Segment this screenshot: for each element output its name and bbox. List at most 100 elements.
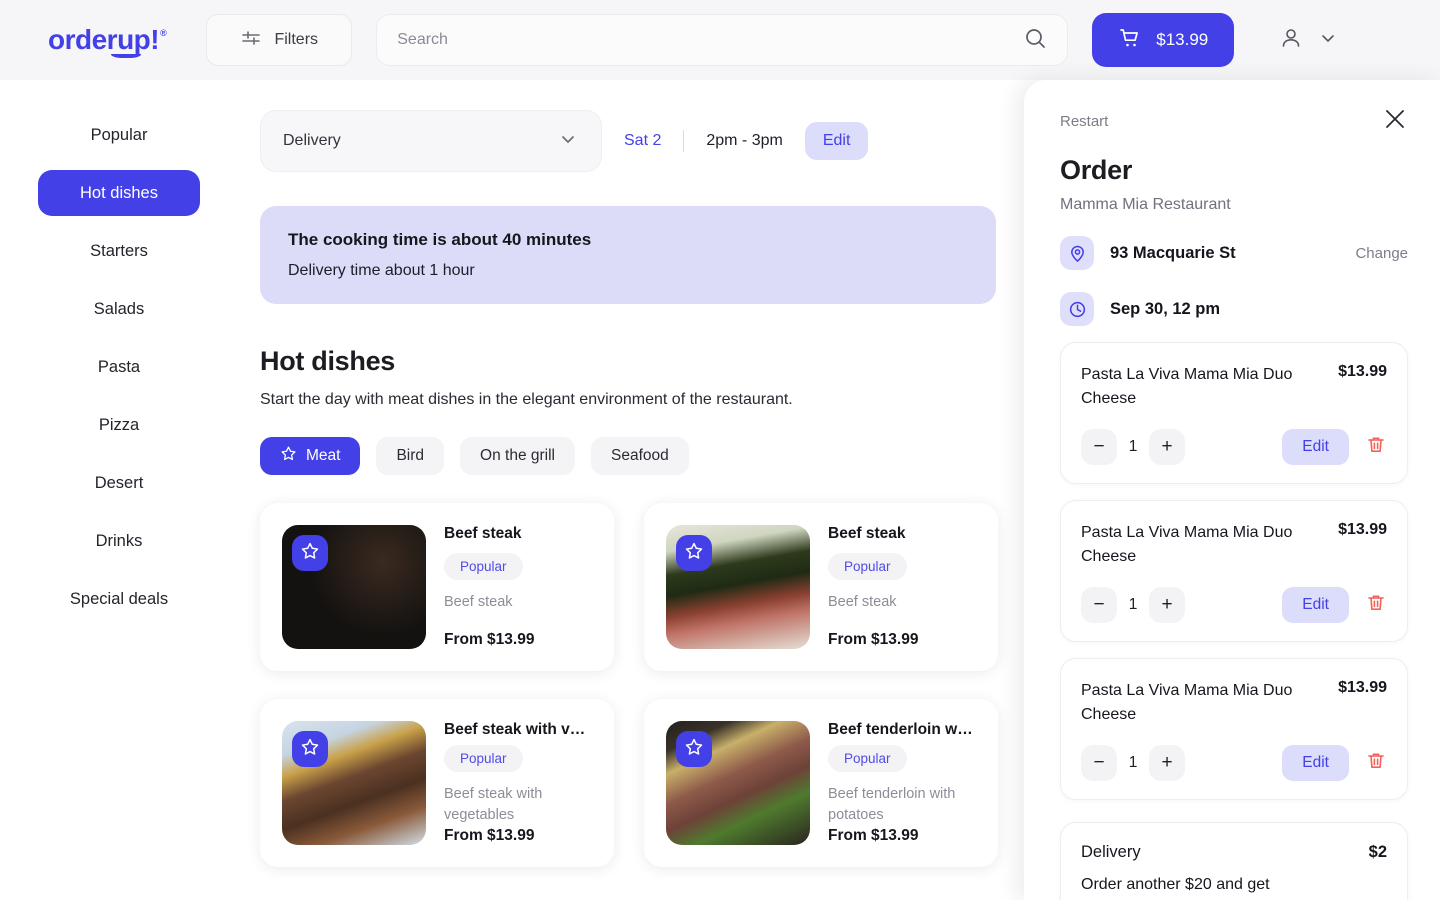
- sidebar-item-label: Pasta: [97, 357, 141, 376]
- edit-item-button[interactable]: Edit: [1282, 429, 1349, 465]
- dish-badge: Popular: [828, 744, 907, 772]
- order-item: Pasta La Viva Mama Mia Duo Cheese $13.99…: [1060, 658, 1408, 800]
- dish-description: Beef steak: [444, 594, 513, 610]
- delivery-mode-value: Delivery: [283, 132, 341, 149]
- search-input[interactable]: [397, 31, 1024, 49]
- shopping-cart-icon: [1118, 26, 1142, 55]
- dish-title: Beef steak with vegeta...: [444, 721, 592, 735]
- close-icon[interactable]: [1382, 106, 1408, 137]
- sliders-icon: [240, 27, 262, 54]
- dish-card[interactable]: Beef steak Popular Beef steak From $13.9…: [260, 503, 614, 671]
- dish-info: Beef steak Popular Beef steak From $13.9…: [444, 525, 592, 649]
- sidebar-item-hot-dishes[interactable]: Hot dishes: [38, 170, 200, 216]
- order-schedule-row: Sep 30, 12 pm: [1060, 292, 1408, 326]
- sidebar-item-salads[interactable]: Salads: [38, 286, 200, 332]
- decrease-quantity-button[interactable]: −: [1081, 745, 1117, 781]
- order-item-controls: − 1 + Edit: [1081, 587, 1387, 623]
- order-address: 93 Macquarie St: [1110, 243, 1236, 262]
- order-item-head: Pasta La Viva Mama Mia Duo Cheese $13.99: [1081, 679, 1387, 727]
- edit-schedule-button[interactable]: Edit: [804, 122, 869, 160]
- chevron-down-icon: [557, 128, 579, 155]
- favorite-button[interactable]: [676, 731, 712, 767]
- quantity-value: 1: [1128, 596, 1138, 613]
- dish-price: From $13.99: [444, 827, 535, 844]
- chip-bird[interactable]: Bird: [376, 437, 445, 475]
- sidebar-item-desert[interactable]: Desert: [38, 460, 200, 506]
- filters-button-label: Filters: [274, 31, 319, 48]
- delivery-date[interactable]: Sat 2: [624, 132, 661, 150]
- favorite-button[interactable]: [676, 535, 712, 571]
- sidebar-item-starters[interactable]: Starters: [38, 228, 200, 274]
- sidebar-item-drinks[interactable]: Drinks: [38, 518, 200, 564]
- star-icon: [684, 541, 704, 566]
- order-items-list: Pasta La Viva Mama Mia Duo Cheese $13.99…: [1060, 342, 1408, 900]
- delivery-promo-note: Order another $20 and get: [1081, 876, 1270, 893]
- sidebar-item-label: Hot dishes: [80, 183, 158, 202]
- sidebar-item-popular[interactable]: Popular: [38, 112, 200, 158]
- trash-icon[interactable]: [1365, 434, 1387, 461]
- order-panel-header: Restart: [1060, 106, 1408, 137]
- filters-button[interactable]: Filters: [206, 14, 353, 66]
- dish-badge: Popular: [444, 744, 523, 772]
- sidebar-item-pizza[interactable]: Pizza: [38, 402, 200, 448]
- dish-title: Beef steak: [444, 525, 522, 542]
- star-icon: [280, 445, 297, 467]
- chip-label: Bird: [396, 447, 425, 464]
- order-item: Pasta La Viva Mama Mia Duo Cheese $13.99…: [1060, 500, 1408, 642]
- order-item-price: $13.99: [1338, 521, 1387, 538]
- favorite-button[interactable]: [292, 731, 328, 767]
- cart-total-label: $13.99: [1156, 30, 1209, 49]
- increase-quantity-button[interactable]: +: [1149, 587, 1185, 623]
- delivery-fee-card: Delivery $2 Order another $20 and get: [1060, 822, 1408, 900]
- chip-meat[interactable]: Meat: [260, 437, 361, 475]
- registered-mark: ®: [160, 28, 167, 38]
- delivery-time-slot: 2pm - 3pm: [706, 132, 783, 149]
- dish-title: Beef tenderloin with p...: [828, 721, 976, 735]
- cart-button[interactable]: $13.99: [1092, 13, 1235, 67]
- chip-label: Meat: [306, 447, 341, 464]
- dish-price: From $13.99: [828, 631, 919, 648]
- favorite-button[interactable]: [292, 535, 328, 571]
- edit-item-button[interactable]: Edit: [1282, 587, 1349, 623]
- brand-logo[interactable]: orderup! ®: [48, 24, 167, 58]
- quantity-value: 1: [1128, 438, 1138, 455]
- dish-card[interactable]: Beef tenderloin with p... Popular Beef t…: [644, 699, 998, 867]
- decrease-quantity-button[interactable]: −: [1081, 587, 1117, 623]
- chevron-down-icon: [1318, 28, 1338, 53]
- chip-on-the-grill[interactable]: On the grill: [460, 437, 575, 475]
- dish-info: Beef steak Popular Beef steak From $13.9…: [828, 525, 976, 649]
- edit-item-button[interactable]: Edit: [1282, 745, 1349, 781]
- banner-cooking-time: The cooking time is about 40 minutes: [288, 230, 592, 249]
- sidebar-item-label: Popular: [90, 125, 148, 144]
- sidebar-item-pasta[interactable]: Pasta: [38, 344, 200, 390]
- banner-delivery-time: Delivery time about 1 hour: [288, 262, 475, 279]
- increase-quantity-button[interactable]: +: [1149, 745, 1185, 781]
- logo-smile-decoration: [110, 49, 141, 58]
- change-address-button[interactable]: Change: [1355, 245, 1408, 262]
- star-icon: [684, 737, 704, 762]
- sidebar-item-special-deals[interactable]: Special deals: [38, 576, 200, 622]
- chip-seafood[interactable]: Seafood: [591, 437, 689, 475]
- delivery-mode-select[interactable]: Delivery: [260, 110, 602, 172]
- delivery-fee-value: $2: [1368, 843, 1387, 861]
- dish-card[interactable]: Beef steak Popular Beef steak From $13.9…: [644, 503, 998, 671]
- trash-icon[interactable]: [1365, 750, 1387, 777]
- dish-card[interactable]: Beef steak with vegeta... Popular Beef s…: [260, 699, 614, 867]
- search-box[interactable]: [376, 14, 1069, 66]
- decrease-quantity-button[interactable]: −: [1081, 429, 1117, 465]
- dish-price: From $13.99: [444, 631, 535, 648]
- restart-button[interactable]: Restart: [1060, 113, 1108, 130]
- delivery-fee-head: Delivery $2: [1081, 843, 1387, 862]
- order-item-controls: − 1 + Edit: [1081, 429, 1387, 465]
- brand-logo-text: orderup!: [48, 24, 160, 55]
- quantity-value: 1: [1128, 754, 1138, 771]
- account-menu[interactable]: [1278, 25, 1338, 56]
- search-icon[interactable]: [1023, 26, 1047, 55]
- order-item-head: Pasta La Viva Mama Mia Duo Cheese $13.99: [1081, 363, 1387, 411]
- sidebar-item-label: Salads: [93, 299, 145, 318]
- sidebar-item-label: Starters: [90, 241, 148, 260]
- order-restaurant-name: Mamma Mia Restaurant: [1060, 196, 1231, 213]
- order-item-price: $13.99: [1338, 679, 1387, 696]
- increase-quantity-button[interactable]: +: [1149, 429, 1185, 465]
- trash-icon[interactable]: [1365, 592, 1387, 619]
